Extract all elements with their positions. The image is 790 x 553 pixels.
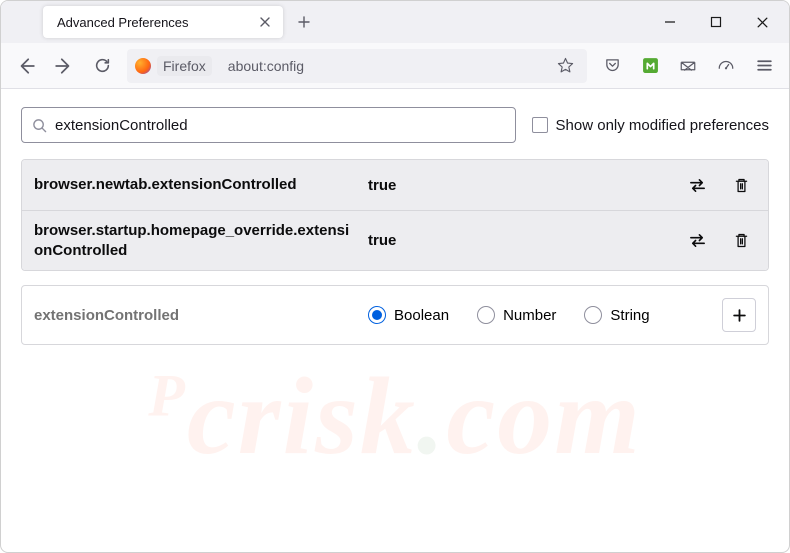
preference-search-input[interactable] <box>55 117 505 134</box>
radio-label: String <box>610 307 649 324</box>
toggle-button[interactable] <box>682 226 712 256</box>
preference-name: browser.startup.homepage_override.extens… <box>34 221 354 260</box>
window-minimize-button[interactable] <box>647 3 693 41</box>
window-titlebar: Advanced Preferences <box>1 1 789 43</box>
browser-tab[interactable]: Advanced Preferences <box>43 6 283 38</box>
url-text: about:config <box>228 58 549 74</box>
preference-row[interactable]: browser.newtab.extensionControlled true <box>22 160 768 210</box>
type-radio-string[interactable]: String <box>584 306 649 324</box>
checkbox-icon <box>532 117 548 133</box>
preference-search-box[interactable] <box>21 107 516 143</box>
tab-title: Advanced Preferences <box>57 15 247 30</box>
app-menu-button[interactable] <box>747 49 781 83</box>
window-close-button[interactable] <box>739 3 785 41</box>
preferences-list: browser.newtab.extensionControlled true … <box>21 159 769 271</box>
reload-button[interactable] <box>85 49 119 83</box>
add-preference-row: extensionControlled Boolean Number Strin… <box>21 285 769 345</box>
delete-button[interactable] <box>726 170 756 200</box>
new-preference-name: extensionControlled <box>34 307 354 324</box>
back-button[interactable] <box>9 49 43 83</box>
close-tab-button[interactable] <box>255 12 275 32</box>
identity-label: Firefox <box>157 56 212 76</box>
type-radio-group: Boolean Number String <box>368 306 708 324</box>
type-radio-boolean[interactable]: Boolean <box>368 306 449 324</box>
radio-label: Number <box>503 307 556 324</box>
firefox-icon <box>135 58 151 74</box>
preference-name: browser.newtab.extensionControlled <box>34 175 354 195</box>
new-tab-button[interactable] <box>289 7 319 37</box>
show-only-modified-toggle[interactable]: Show only modified preferences <box>532 117 769 134</box>
url-bar[interactable]: Firefox about:config <box>127 49 587 83</box>
type-radio-number[interactable]: Number <box>477 306 556 324</box>
window-maximize-button[interactable] <box>693 3 739 41</box>
search-icon <box>32 118 47 133</box>
preference-row[interactable]: browser.startup.homepage_override.extens… <box>22 210 768 270</box>
dashboard-button[interactable] <box>709 49 743 83</box>
add-preference-button[interactable] <box>722 298 756 332</box>
extension-button[interactable] <box>633 49 667 83</box>
forward-button[interactable] <box>47 49 81 83</box>
preference-value: true <box>368 232 668 249</box>
browser-toolbar: Firefox about:config <box>1 43 789 89</box>
delete-button[interactable] <box>726 226 756 256</box>
radio-icon <box>477 306 495 324</box>
identity-box[interactable]: Firefox <box>135 56 220 76</box>
show-only-modified-label: Show only modified preferences <box>556 117 769 134</box>
pocket-button[interactable] <box>595 49 629 83</box>
bookmark-star-button[interactable] <box>551 52 579 80</box>
toggle-button[interactable] <box>682 170 712 200</box>
radio-label: Boolean <box>394 307 449 324</box>
radio-icon <box>584 306 602 324</box>
mail-button[interactable] <box>671 49 705 83</box>
preference-value: true <box>368 177 668 194</box>
radio-icon <box>368 306 386 324</box>
